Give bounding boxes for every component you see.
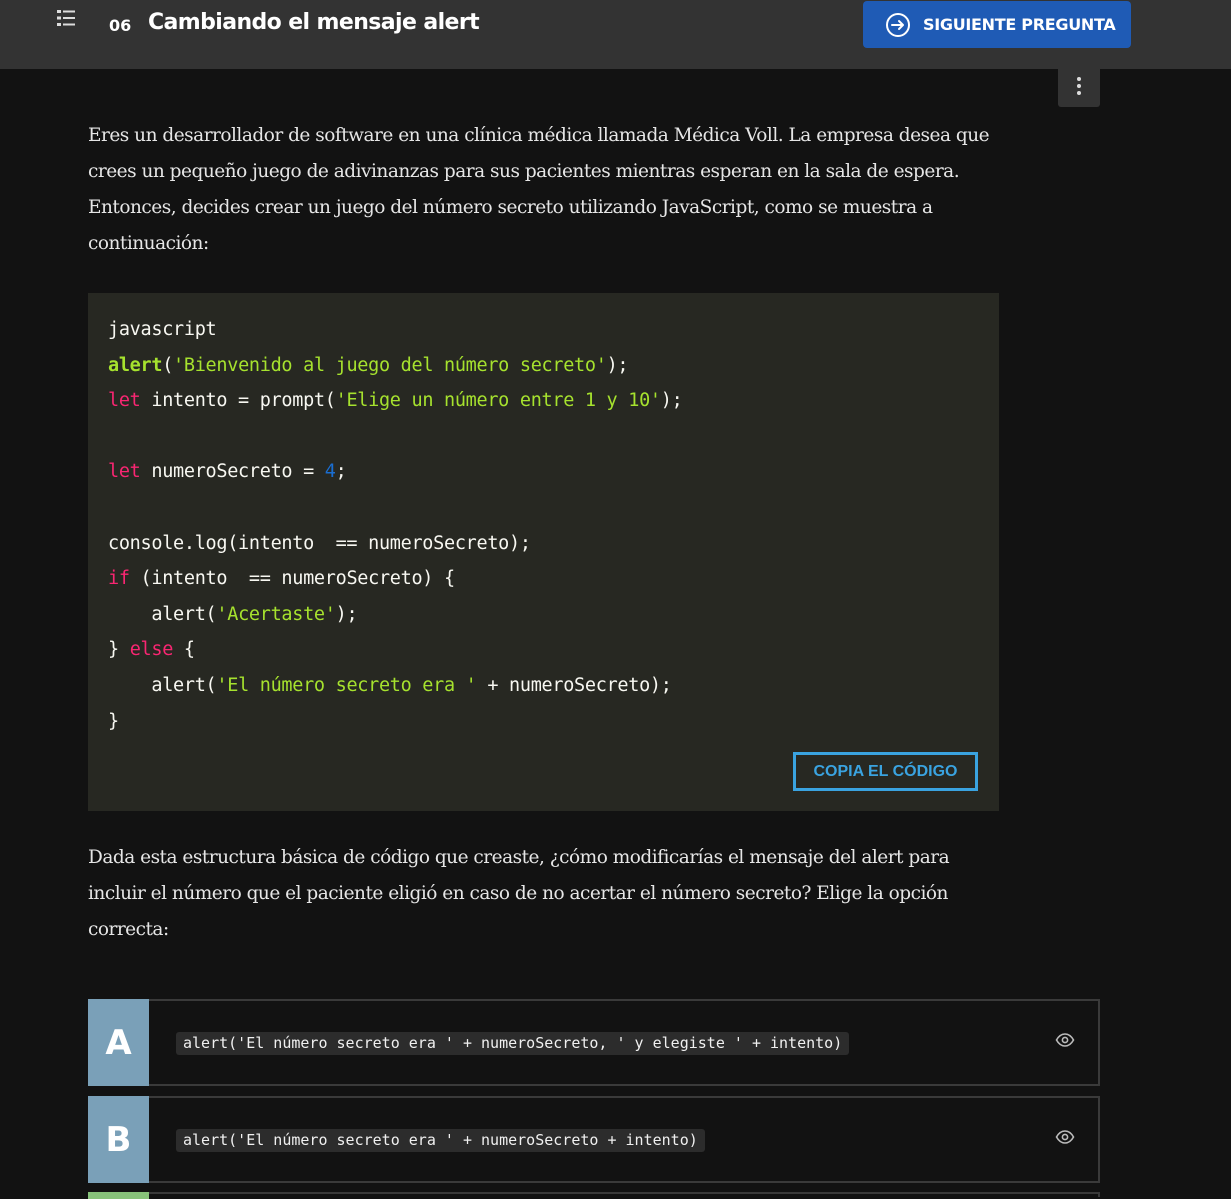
option-a[interactable]: A alert('El número secreto era ' + numer…: [88, 999, 1100, 1086]
code-content: javascript alert('Bienvenido al juego de…: [108, 312, 683, 739]
eye-icon[interactable]: [1055, 1127, 1075, 1147]
code-line: let intento = prompt('Elige un número en…: [108, 390, 683, 412]
more-options-button[interactable]: [1058, 69, 1100, 107]
eye-icon[interactable]: [1055, 1030, 1075, 1050]
code-line: console.log(intento == numeroSecreto);: [108, 532, 531, 554]
code-line: }: [108, 710, 119, 732]
option-c[interactable]: [88, 1192, 1100, 1199]
copy-code-button[interactable]: COPIA EL CÓDIGO: [793, 752, 978, 791]
option-code: alert('El número secreto era ' + numeroS…: [176, 1129, 705, 1152]
code-line: let numeroSecreto = 4;: [108, 461, 347, 483]
code-line: alert('Acertaste');: [108, 603, 358, 625]
option-letter-c: [88, 1192, 149, 1199]
intro-paragraph: Eres un desarrollador de software en una…: [88, 125, 990, 254]
code-line: javascript: [108, 319, 217, 340]
next-question-label: SIGUIENTE PREGUNTA: [923, 15, 1116, 34]
arrow-circle-right-icon: [886, 13, 910, 37]
lesson-number: 06: [109, 16, 132, 35]
question-paragraph: Dada esta estructura básica de código qu…: [88, 847, 950, 940]
code-line: } else {: [108, 639, 195, 661]
option-b[interactable]: B alert('El número secreto era ' + numer…: [88, 1096, 1100, 1183]
list-icon[interactable]: [56, 9, 76, 27]
code-line: alert('Bienvenido al juego del número se…: [108, 354, 629, 376]
top-bar: 06 Cambiando el mensaje alert SIGUIENTE …: [0, 0, 1231, 69]
next-question-button[interactable]: SIGUIENTE PREGUNTA: [863, 1, 1131, 48]
kebab-icon: [1077, 77, 1081, 95]
code-line: alert('El número secreto era ' + numeroS…: [108, 674, 672, 696]
option-letter: A: [88, 999, 149, 1086]
code-block: javascript alert('Bienvenido al juego de…: [88, 293, 999, 811]
code-line: if (intento == numeroSecreto) {: [108, 568, 455, 590]
option-letter: B: [88, 1096, 149, 1183]
page-title: Cambiando el mensaje alert: [148, 10, 480, 35]
option-code: alert('El número secreto era ' + numeroS…: [176, 1032, 850, 1055]
